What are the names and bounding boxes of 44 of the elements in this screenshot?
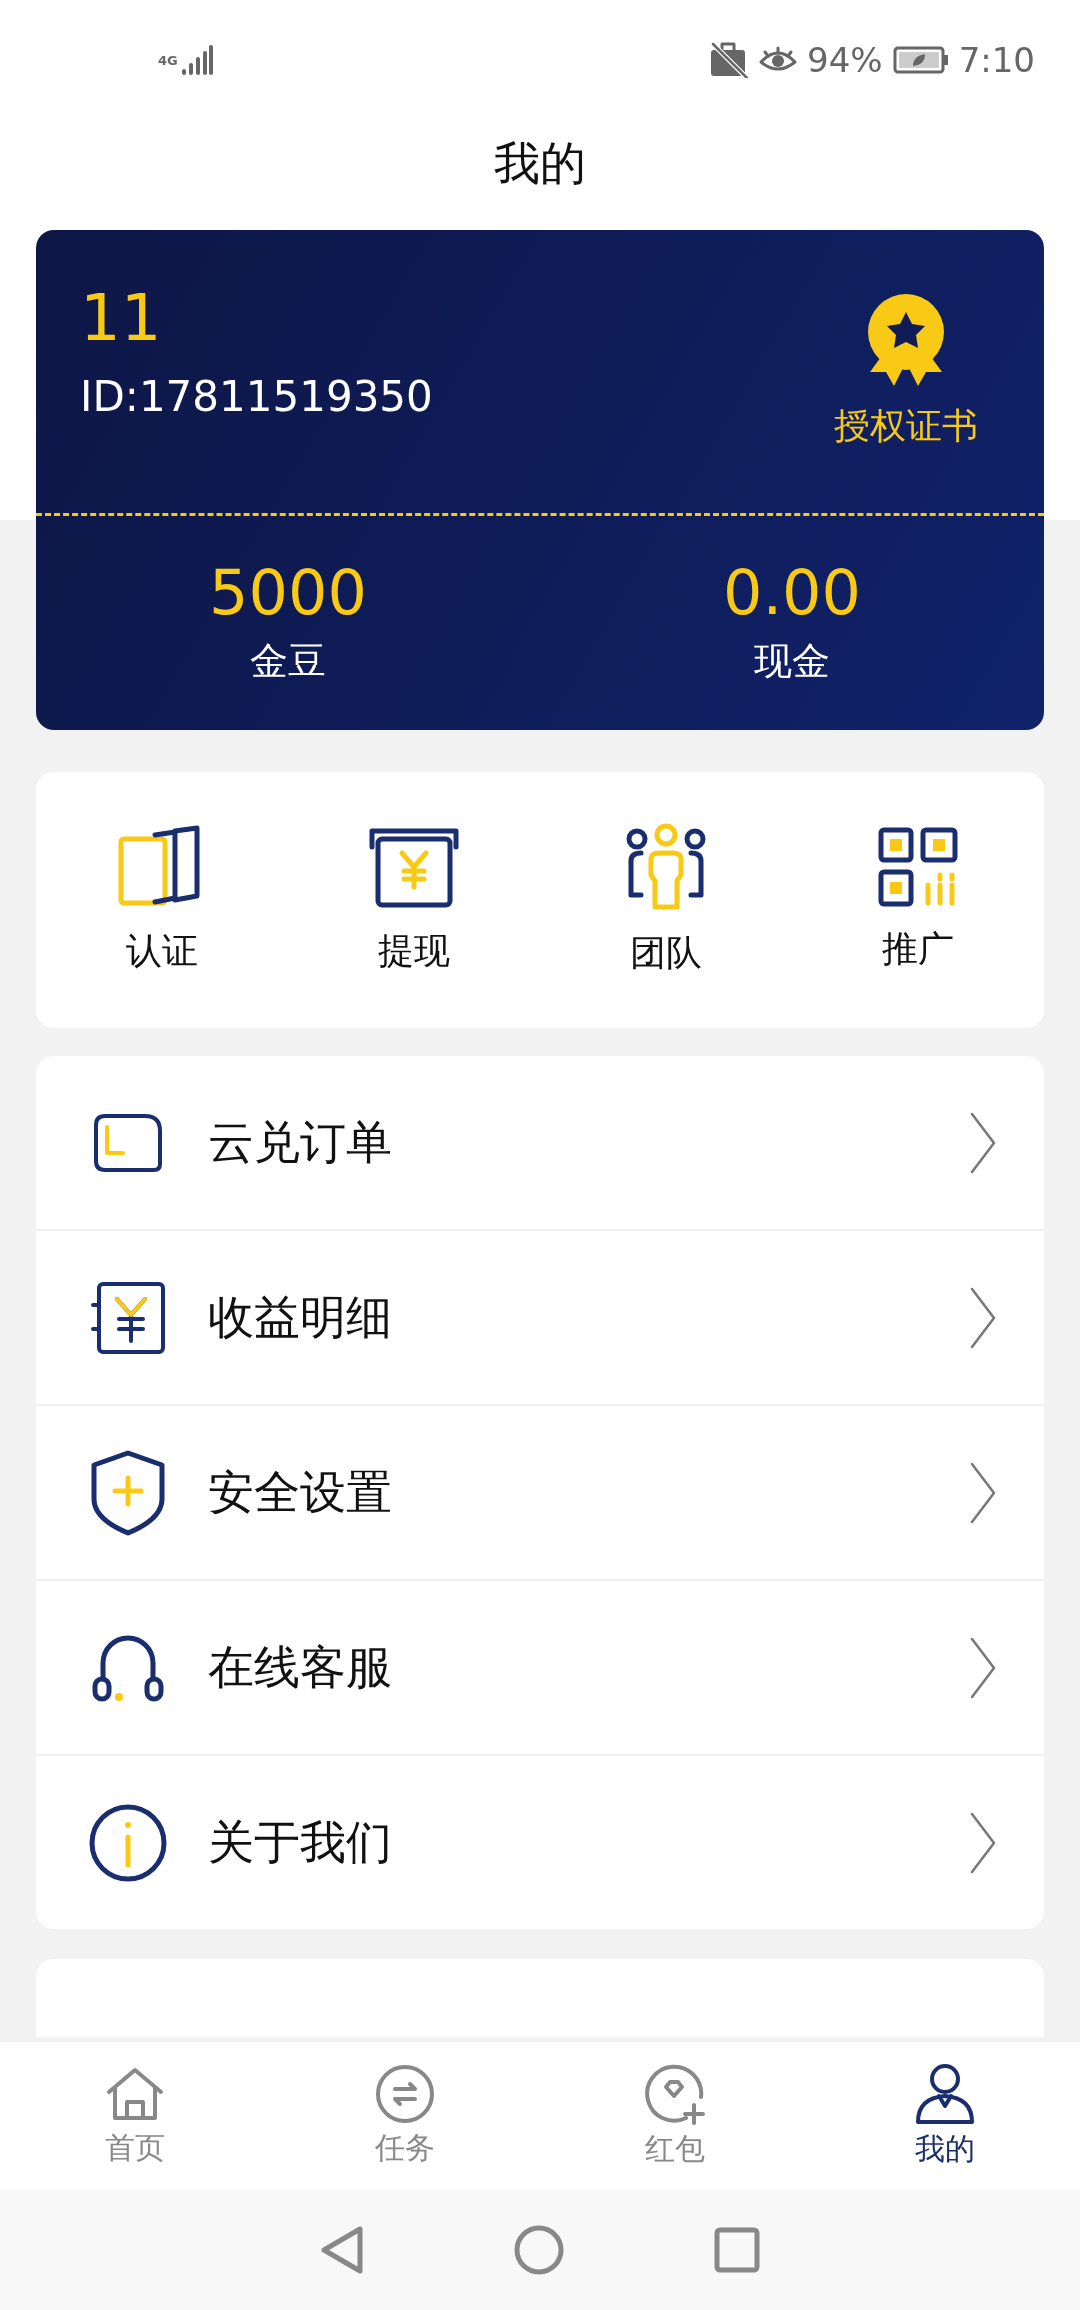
exchange-icon	[375, 2063, 435, 2124]
balance-label: 金豆	[250, 637, 326, 685]
home-circle-icon	[514, 2225, 564, 2275]
ledger-icon	[91, 1280, 165, 1355]
menu-item[interactable]: 云兑订单	[36, 1056, 1044, 1229]
chevron-right-icon	[970, 1811, 996, 1874]
menu-item[interactable]: 安全设置	[36, 1404, 1044, 1579]
tab-item[interactable]: 我的	[810, 2042, 1080, 2190]
chevron-right-icon	[970, 1111, 996, 1174]
user-name: 11	[80, 286, 163, 350]
shortcut-label[interactable]: 提现	[378, 926, 450, 976]
page-title: 我的	[493, 135, 587, 192]
battery-percent: 94%	[807, 40, 883, 80]
shield-icon	[91, 1449, 165, 1536]
certificate-link[interactable]: 授权证书	[834, 402, 978, 451]
menu-item[interactable]: 关于我们	[36, 1754, 1044, 1929]
menu-item[interactable]: 收益明细	[36, 1229, 1044, 1404]
shortcut-label[interactable]: 认证	[126, 926, 198, 976]
diamond-plus-icon	[644, 2062, 706, 2125]
info-icon	[88, 1802, 168, 1883]
card-icon	[93, 1112, 163, 1173]
balance-value: 0.00	[722, 559, 861, 628]
chevron-right-icon	[970, 1461, 996, 1524]
tab-item[interactable]: 首页	[0, 2042, 270, 2190]
chevron-right-icon	[970, 1636, 996, 1699]
qr-code-icon	[878, 826, 958, 907]
user-id: ID:17811519350	[80, 372, 433, 421]
user-icon	[915, 2062, 975, 2125]
clock-time: 7:10	[958, 40, 1035, 80]
tab-item[interactable]: 红包	[540, 2042, 810, 2190]
balance-label: 现金	[754, 637, 830, 685]
shortcut-label[interactable]: 推广	[882, 924, 954, 974]
briefcase-off-icon	[709, 42, 750, 78]
recents-icon	[714, 2227, 760, 2273]
shortcut-label[interactable]: 团队	[630, 928, 702, 978]
chevron-right-icon	[970, 1286, 996, 1349]
network-type: 4G	[158, 53, 178, 67]
battery-icon	[892, 46, 949, 74]
eye-icon	[759, 46, 798, 74]
menu-item[interactable]: 在线客服	[36, 1579, 1044, 1754]
back-icon	[320, 2225, 364, 2275]
tab-item[interactable]: 任务	[270, 2042, 540, 2190]
balance-value: 5000	[209, 559, 367, 628]
signal-icon	[180, 45, 213, 75]
